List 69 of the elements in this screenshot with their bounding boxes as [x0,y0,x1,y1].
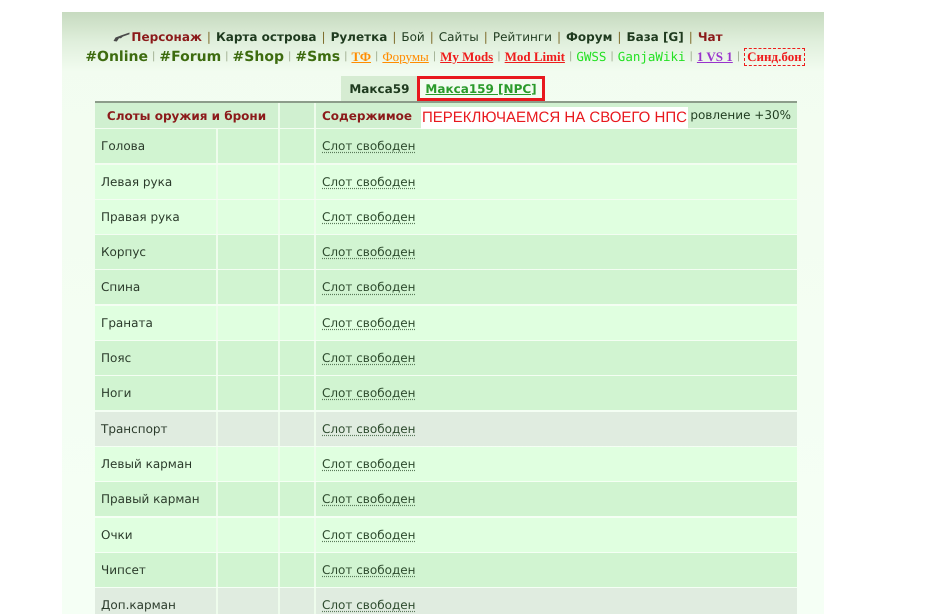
slot-empty-link[interactable]: Слот свободен [322,598,416,612]
slot-empty-link[interactable]: Слот свободен [322,456,416,471]
nav-separator: | [688,30,693,44]
nav-link[interactable]: #Sms [295,48,340,64]
nav-separator: | [288,51,292,62]
slot-name: Чипсет [101,562,146,577]
slot-name: Пояс [101,351,132,366]
nav-separator: | [344,51,348,62]
slot-empty-link[interactable]: Слот свободен [322,562,416,577]
nav-separator: | [225,51,229,62]
slot-name: Левая рука [101,174,172,189]
nav-separator: | [392,30,396,44]
slot-empty-link[interactable]: Слот свободен [322,351,416,366]
nav-link[interactable]: #Online [85,48,148,64]
nav-link[interactable]: Рулетка [330,30,388,44]
slot-name: Спина [101,280,140,294]
nav-separator: | [432,51,436,62]
slot-name: Голова [101,139,146,154]
nav-separator: | [736,51,740,62]
slot-empty-link[interactable]: Слот свободен [322,386,416,400]
nav-separator: | [568,51,572,62]
slot-empty-link[interactable]: Слот свободен [322,492,416,506]
slot-name: Правый карман [101,492,200,506]
rifle-icon [113,32,130,42]
nav-separator: | [375,51,378,62]
slot-name: Правая рука [101,210,180,224]
nav-link[interactable]: #Forum [159,48,222,64]
nav-link[interactable]: Синд.бон [744,48,805,66]
nav-link[interactable]: Форум [566,30,612,44]
nav-separator: | [206,30,211,44]
nav-separator: | [430,30,434,44]
slot-empty-link[interactable]: Слот свободен [322,280,416,294]
nav-link[interactable]: Mod Limit [504,48,565,64]
slot-name: Ноги [101,386,132,400]
nav-separator: | [556,30,562,44]
slot-empty-link[interactable]: Слот свободен [322,316,416,330]
annotation-label: ПЕРЕКЛЮЧАЕМСЯ НА СВОЕГО НПС [421,107,688,129]
character-tab[interactable]: Макса59 [341,76,418,101]
slot-empty-link[interactable]: Слот свободен [322,174,416,189]
slot-empty-link[interactable]: Слот свободен [322,245,416,260]
nav-link[interactable]: Рейтинги [492,30,552,44]
column-header: ровление +30% [690,108,791,123]
nav-link[interactable]: Сайты [438,30,479,44]
slot-name: Транспорт [101,422,168,436]
slot-name: Левый карман [101,456,192,471]
slot-empty-link[interactable]: Слот свободен [322,210,416,224]
slot-empty-link[interactable]: Слот свободен [322,139,416,154]
nav-separator: | [497,51,501,62]
slot-name: Граната [101,316,153,330]
slot-empty-link[interactable]: Слот свободен [322,528,416,542]
nav-separator: | [322,30,326,44]
slot-empty-link[interactable]: Слот свободен [322,422,416,436]
nav-link[interactable]: Персонаж [131,30,202,44]
nav-separator: | [610,51,614,62]
nav-link[interactable]: My Mods [440,48,494,64]
slot-name: Корпус [101,245,146,260]
slot-name: Доп.карман [101,598,176,612]
nav-separator: | [617,30,622,44]
nav-link[interactable]: 1 VS 1 [696,48,733,64]
nav-separator: | [152,51,156,62]
nav-link[interactable]: #Shop [232,48,284,64]
nav-link[interactable]: База [G] [626,30,684,44]
nav-link[interactable]: Чат [698,30,723,44]
column-header: Слоты оружия и брони [106,108,268,125]
nav-separator: | [690,51,693,62]
nav-link[interactable]: Бой [401,30,425,44]
nav-link[interactable]: Карта острова [216,30,317,44]
nav-separator: | [484,30,488,44]
slot-name: Очки [101,528,133,542]
